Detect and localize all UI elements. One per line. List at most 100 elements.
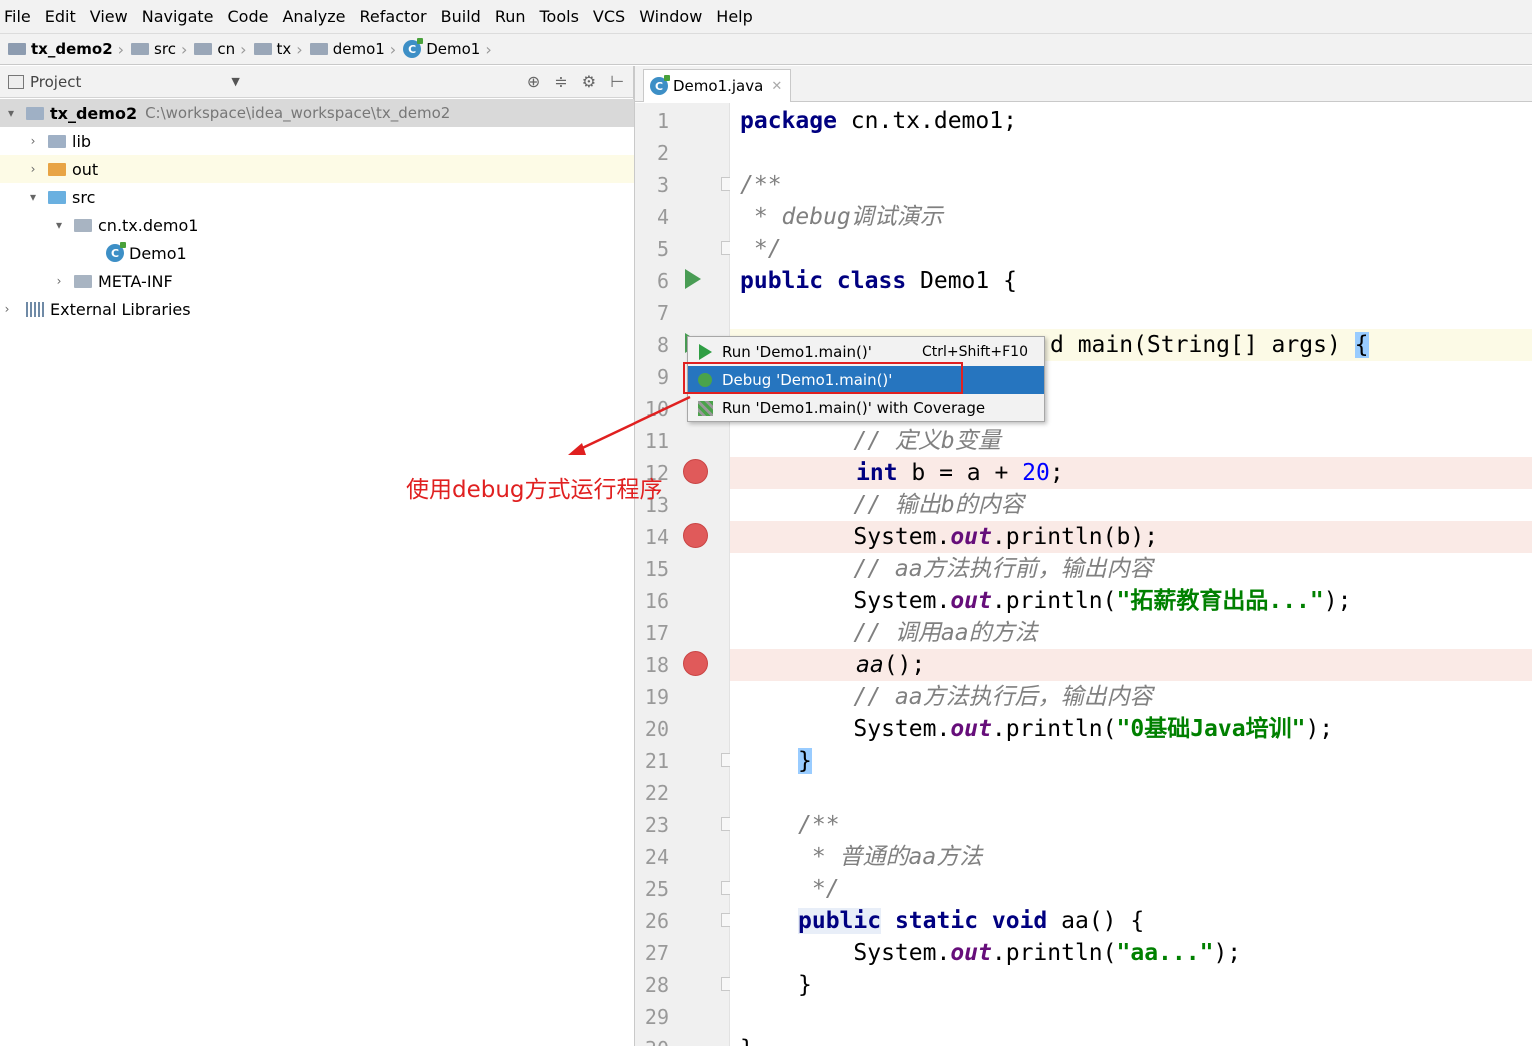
code-line-15: // aa方法执行前，输出内容 (798, 556, 1153, 582)
tree-item-tx-demo2[interactable]: ▾ tx_demo2 C:\workspace\idea_workspace\t… (0, 99, 634, 127)
menu-run[interactable]: Run (495, 7, 526, 26)
run-icon (698, 344, 712, 360)
code-line-30: } (730, 1033, 1532, 1046)
breadcrumb-class[interactable]: C Demo1 › (403, 38, 499, 59)
chevron-down-icon[interactable]: ▾ (52, 218, 66, 232)
breadcrumb-demo1[interactable]: demo1 › (309, 39, 404, 59)
code-line-25: */ (798, 876, 840, 902)
tree-item-demo1[interactable]: C Demo1 (0, 239, 634, 267)
line-number: 26 (644, 909, 669, 933)
code-line-12: int b = a + 20; (730, 457, 1532, 489)
code-line-5: */ (740, 236, 782, 262)
breadcrumb: tx_demo2 › src › cn › tx › demo1 › C Dem… (0, 33, 1532, 65)
collapse-icon[interactable]: ≑ (554, 72, 567, 91)
close-icon[interactable]: ✕ (771, 79, 782, 94)
chevron-right-icon[interactable]: › (0, 302, 14, 316)
code-line-16: System.out.println("拓薪教育出品..."); (798, 588, 1352, 614)
chevron-right-icon: › (389, 39, 397, 59)
breadcrumb-src[interactable]: src › (131, 40, 194, 59)
line-number: 14 (644, 525, 669, 549)
code-line-6: public class Demo1 { (740, 268, 1017, 294)
line-number: 25 (644, 877, 669, 901)
code-editor[interactable]: package cn.tx.demo1; /** * debug调试演示 */ … (730, 103, 1532, 1046)
line-number: 9 (656, 365, 669, 389)
gear-icon[interactable]: ⚙ (582, 72, 596, 91)
menu-build[interactable]: Build (441, 7, 481, 26)
breadcrumb-tx[interactable]: tx › (253, 40, 310, 59)
code-line-18: aa(); (730, 649, 1532, 681)
project-tree: ▾ tx_demo2 C:\workspace\idea_workspace\t… (0, 99, 634, 1046)
folder-icon (131, 43, 150, 55)
hide-icon[interactable]: ⊢ (610, 72, 624, 91)
tree-item-lib[interactable]: › lib (0, 127, 634, 155)
chevron-right-icon: › (240, 39, 247, 59)
line-number: 1 (656, 109, 669, 133)
line-number: 21 (644, 749, 669, 773)
tree-item-label: out (72, 159, 99, 179)
menu-file[interactable]: File (4, 7, 31, 26)
chevron-right-icon: › (485, 39, 492, 59)
menu-help[interactable]: Help (716, 7, 752, 26)
code-line-4: * debug调试演示 (740, 204, 943, 230)
line-number: 16 (644, 589, 669, 613)
breakpoint-icon[interactable] (683, 651, 708, 676)
tree-item-src[interactable]: ▾ src (0, 183, 634, 211)
project-folder-icon (26, 106, 44, 120)
menu-refactor[interactable]: Refactor (360, 7, 427, 26)
code-line-27: System.out.println("aa..."); (798, 940, 1242, 966)
chevron-down-icon[interactable]: ▾ (4, 106, 18, 120)
annotation-arrow (568, 395, 691, 455)
folder-icon (74, 274, 92, 288)
menu-view[interactable]: View (90, 7, 128, 26)
menu-code[interactable]: Code (228, 7, 269, 26)
breadcrumb-cn[interactable]: cn › (194, 40, 253, 59)
shortcut-label: Ctrl+Shift+F10 (921, 344, 1028, 360)
tree-item-label: lib (72, 131, 92, 151)
menu-analyze[interactable]: Analyze (282, 7, 345, 26)
chevron-down-icon[interactable]: ▼ (231, 75, 239, 88)
project-panel-title[interactable]: Project (30, 73, 81, 91)
line-number: 30 (635, 1033, 669, 1046)
tree-item-label: External Libraries (50, 299, 191, 319)
tree-item-external-libraries[interactable]: › External Libraries (0, 295, 634, 323)
tree-item-package[interactable]: ▾ cn.tx.demo1 (0, 211, 634, 239)
chevron-right-icon[interactable]: › (26, 162, 40, 176)
code-line-23: /** (798, 812, 840, 838)
tab-demo1-java[interactable]: C Demo1.java ✕ (643, 69, 791, 102)
folder-icon (253, 43, 272, 55)
menu-item-run-coverage[interactable]: Run 'Demo1.main()' with Coverage (688, 394, 1044, 422)
tree-item-meta-inf[interactable]: › META-INF (0, 267, 634, 295)
tree-item-label: cn.tx.demo1 (98, 215, 199, 235)
breakpoint-icon[interactable] (683, 523, 708, 548)
run-gutter-icon[interactable] (685, 269, 701, 289)
code-line-26: public static void aa() { (798, 908, 1145, 934)
project-view-icon (8, 74, 24, 89)
project-folder-icon (8, 43, 26, 55)
source-folder-icon (48, 190, 66, 204)
line-number: 7 (656, 301, 669, 325)
tree-item-out[interactable]: › out (0, 155, 634, 183)
code-line-11: // 定义b变量 (798, 428, 1001, 454)
menu-edit[interactable]: Edit (45, 7, 76, 26)
menu-navigate[interactable]: Navigate (142, 7, 214, 26)
menu-tools[interactable]: Tools (540, 7, 579, 26)
editor-gutter[interactable]: 1 2 3 4 5 6 7 8 9 10 11 12 13 14 15 16 1… (635, 103, 735, 1046)
line-number: 18 (644, 653, 669, 677)
annotation-text: 使用debug方式运行程序 (406, 477, 663, 503)
chevron-right-icon[interactable]: › (26, 134, 40, 148)
locate-icon[interactable]: ⊕ (527, 72, 540, 91)
line-number: 28 (644, 973, 669, 997)
chevron-down-icon[interactable]: ▾ (26, 190, 40, 204)
line-number: 15 (644, 557, 669, 581)
menu-window[interactable]: Window (639, 7, 702, 26)
code-line-19: // aa方法执行后，输出内容 (798, 684, 1153, 710)
code-line-17: // 调用aa的方法 (798, 620, 1038, 646)
chevron-right-icon[interactable]: › (52, 274, 66, 288)
menu-vcs[interactable]: VCS (593, 7, 625, 26)
menu-bar: File Edit View Navigate Code Analyze Ref… (0, 0, 1532, 33)
java-class-icon: C (106, 242, 126, 262)
line-number: 24 (644, 845, 669, 869)
breadcrumb-project[interactable]: tx_demo2 › (8, 40, 131, 59)
tree-item-label: tx_demo2 (50, 103, 138, 123)
library-icon (26, 301, 44, 317)
